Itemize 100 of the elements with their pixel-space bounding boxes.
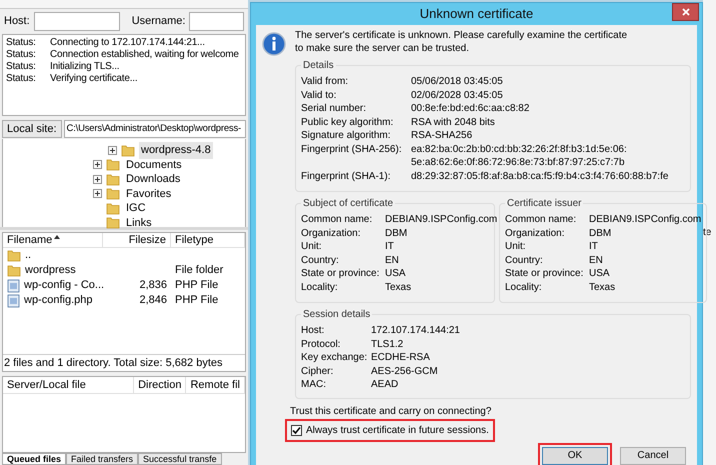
- dialog-button[interactable]: OK: [542, 446, 608, 464]
- file-type: File folder: [175, 264, 224, 276]
- checkmark-icon: [292, 426, 301, 434]
- field-label: Organization:: [505, 226, 566, 240]
- queue-tab[interactable]: Successful transfe: [138, 453, 222, 465]
- field-value: EN: [589, 254, 603, 267]
- log-label: Status:: [6, 61, 37, 73]
- tree-item[interactable]: Documents: [124, 156, 184, 173]
- field-value: AES-256-GCM: [371, 364, 438, 378]
- field-value: Texas: [385, 280, 412, 294]
- field-label: Country:: [505, 254, 544, 267]
- file-row[interactable]: wp-config.php 2,846 PHP File: [3, 293, 245, 308]
- field-value: IT: [385, 240, 394, 254]
- close-icon: [682, 8, 690, 16]
- field-label: Common name:: [505, 213, 578, 226]
- folder-icon: [7, 249, 21, 262]
- file-row[interactable]: wp-config - Co... 2,836 PHP File: [3, 278, 245, 293]
- queue-tab[interactable]: Queued files: [2, 453, 66, 465]
- username-field[interactable]: [189, 12, 244, 31]
- local-site-path-field[interactable]: C:\Users\Administrator\Desktop\wordpress-: [64, 120, 246, 138]
- file-name: wp-config - Co...: [24, 278, 104, 294]
- field-value: ECDHE-RSA: [371, 351, 430, 364]
- column-header[interactable]: Direction: [134, 377, 186, 393]
- host-label: Host:: [4, 14, 30, 30]
- column-header[interactable]: Filesize: [103, 233, 171, 247]
- column-header[interactable]: Server/Local file: [3, 377, 134, 393]
- field-label: Host:: [301, 324, 326, 338]
- expand-icon[interactable]: [108, 146, 117, 155]
- log-message: Verifying certificate...: [50, 73, 138, 85]
- column-header[interactable]: Filename: [3, 233, 103, 247]
- dialog-button[interactable]: Cancel: [620, 446, 686, 464]
- tree-item[interactable]: wordpress-4.8: [139, 142, 213, 158]
- file-size: 2,846: [139, 294, 167, 306]
- file-icon: [7, 294, 20, 308]
- field-label: Fingerprint (SHA-256):: [301, 142, 403, 156]
- field-label: Public key algorithm:: [301, 116, 394, 129]
- dialog-title: Unknown certificate: [420, 5, 534, 24]
- file-size: 2,836: [139, 279, 167, 292]
- dialog-message: The server's certificate is unknown. Please carefully examine the certificate to make sure the server can be trusted.: [295, 30, 628, 56]
- log-message: Connection established, waiting for welcome: [50, 49, 239, 61]
- field-label: Locality:: [505, 280, 543, 294]
- field-label: Common name:: [301, 213, 374, 226]
- field-value: RSA with 2048 bits: [411, 116, 495, 129]
- log-label: Status:: [6, 73, 37, 85]
- folder-icon: [106, 202, 120, 215]
- field-label: Organization:: [301, 226, 362, 240]
- file-list-status: 2 files and 1 directory. Total size: 5,682 bytes: [3, 354, 245, 371]
- tree-item[interactable]: Favorites: [124, 186, 174, 202]
- file-row[interactable]: wordpress File folder: [3, 263, 245, 278]
- folder-icon: [7, 264, 21, 277]
- folder-icon: [106, 187, 120, 200]
- host-field[interactable]: [34, 12, 120, 31]
- log-label: Status:: [6, 49, 37, 61]
- field-value: 05/06/2018 03:45:05: [411, 75, 503, 88]
- tree-item[interactable]: Downloads: [124, 171, 182, 188]
- expand-icon[interactable]: [93, 160, 102, 170]
- tree-item[interactable]: Links: [124, 214, 154, 231]
- trust-question: Trust this certificate and carry on connecting?: [290, 404, 492, 418]
- log-label: Status:: [6, 37, 37, 49]
- field-label: Unit:: [505, 240, 527, 254]
- always-trust-checkbox[interactable]: Always trust certificate in future sessions.: [285, 418, 495, 442]
- file-name: ..: [25, 248, 32, 264]
- folder-icon: [106, 172, 120, 186]
- field-value: DBM: [589, 226, 612, 240]
- field-label: MAC:: [301, 378, 327, 392]
- field-value: d8:29:32:87:05:f8:af:8a:b8:ca:f5:f9:b4:c3:f4:76:60:88:b7:fe: [411, 170, 668, 183]
- field-value: RSA-SHA256: [411, 129, 472, 142]
- column-header[interactable]: Remote fil: [186, 377, 245, 393]
- file-type: PHP File: [175, 279, 218, 292]
- file-type: PHP File: [175, 294, 218, 306]
- field-label: Valid to:: [301, 88, 338, 102]
- field-label: Fingerprint (SHA-1):: [301, 170, 392, 183]
- column-header[interactable]: Filetype: [171, 233, 245, 247]
- folder-icon: [121, 144, 135, 157]
- field-value: EN: [385, 254, 399, 267]
- field-value: 5e:a8:62:6e:0f:86:72:96:8e:73:bf:87:97:25:c7:7b: [411, 156, 626, 170]
- field-label: Cipher:: [301, 364, 334, 378]
- field-label: Serial number:: [301, 102, 368, 116]
- group-title: Subject of certificate: [301, 196, 396, 211]
- field-value: USA: [385, 267, 406, 280]
- close-button[interactable]: [672, 3, 699, 21]
- field-value: 00:8e:fe:bd:ed:6c:aa:c8:82: [411, 102, 530, 116]
- sort-arrow-icon: [54, 235, 60, 239]
- field-label: Country:: [301, 254, 340, 267]
- field-value: ea:82:ba:0c:2b:b0:cd:bb:32:26:2f:8f:b3:1d:5e:06:: [411, 142, 627, 156]
- field-label: Locality:: [301, 280, 339, 294]
- field-value: IT: [589, 240, 598, 254]
- expand-icon[interactable]: [93, 189, 102, 198]
- username-label: Username:: [132, 14, 186, 30]
- file-row[interactable]: ..: [3, 248, 245, 263]
- field-label: Protocol:: [301, 338, 342, 351]
- field-label: Signature algorithm:: [301, 129, 392, 142]
- file-name: wordpress: [25, 263, 76, 278]
- field-value: TLS1.2: [371, 338, 404, 351]
- file-icon: [7, 278, 20, 292]
- tree-item[interactable]: IGC: [124, 200, 148, 216]
- file-name: wp-config.php: [24, 293, 92, 308]
- log-message: Connecting to 172.107.174.144:21...: [50, 37, 205, 49]
- queue-tab[interactable]: Failed transfers: [66, 453, 138, 465]
- expand-icon[interactable]: [93, 174, 102, 184]
